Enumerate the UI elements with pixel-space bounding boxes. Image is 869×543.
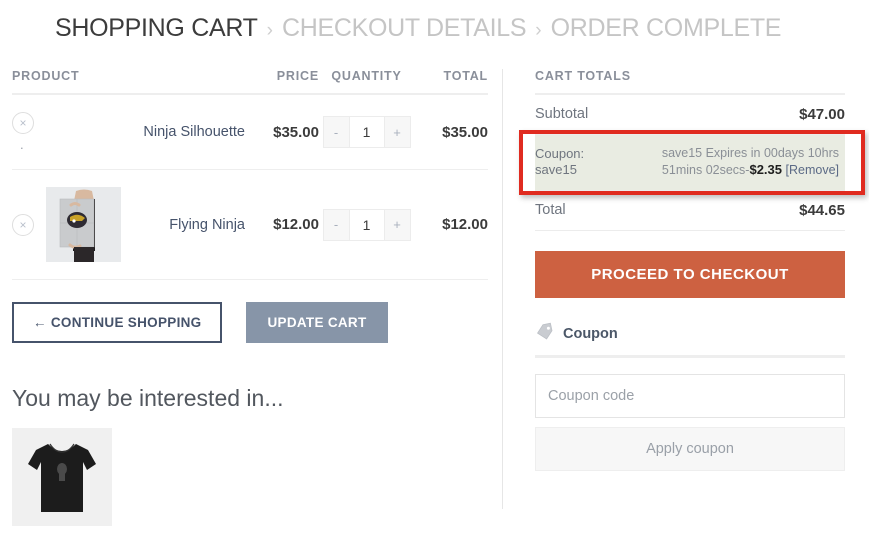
subtotal-value: $47.00: [701, 95, 845, 135]
black-tshirt-image: [12, 428, 112, 526]
cart-table: PRODUCT PRICE QUANTITY TOTAL × . Ninja S…: [12, 69, 488, 280]
cart-table-head: PRODUCT PRICE QUANTITY TOTAL: [12, 69, 488, 95]
upsell-products: [12, 428, 488, 526]
quantity-cell: - +: [319, 169, 414, 280]
table-row: × . Ninja Silhouette $35.00 - 1 + $35.00: [12, 94, 488, 170]
quantity-increment-button[interactable]: +: [384, 209, 410, 240]
product-line-total: $12.00: [414, 169, 488, 280]
quantity-stepper[interactable]: - +: [322, 208, 411, 241]
subtotal-row: Subtotal $47.00: [535, 95, 845, 135]
coupon-discount-amount: $2.35: [749, 161, 783, 177]
table-row: × Flying Ninja $12.00 - 1 + $12.00: [12, 169, 488, 280]
cart-totals-table: Subtotal $47.00: [535, 95, 845, 135]
apply-coupon-button[interactable]: Apply coupon: [535, 426, 845, 471]
close-icon: ×: [19, 116, 27, 130]
breadcrumb-separator-icon: ›: [535, 20, 542, 41]
product-name-cell: Flying Ninja: [130, 169, 245, 280]
quantity-decrement-button[interactable]: -: [323, 117, 349, 147]
column-header-total: TOTAL: [414, 69, 488, 95]
product-price: $35.00: [245, 94, 319, 170]
breadcrumb-step-shopping-cart[interactable]: SHOPPING CART: [55, 14, 258, 43]
update-cart-button[interactable]: UPDATE CART: [246, 302, 388, 343]
quantity-increment-button[interactable]: +: [384, 117, 410, 147]
upsell-product-tshirt[interactable]: [12, 428, 112, 526]
product-name-cell: Ninja Silhouette: [130, 94, 245, 170]
proceed-to-checkout-button[interactable]: PROCEED TO CHECKOUT: [535, 250, 845, 298]
column-header-product: PRODUCT: [12, 69, 245, 95]
coupon-applied-row: Coupon: save15 save15 Expires in 00days …: [519, 130, 865, 195]
coupon-section-header: Coupon: [535, 322, 845, 358]
coupon-detail-cell: save15 Expires in 00days 10hrs 51mins 02…: [600, 135, 845, 191]
coupon-label: Coupon:: [535, 146, 585, 161]
quantity-stepper[interactable]: - +: [322, 116, 411, 148]
coupon-code: save15: [535, 162, 577, 178]
breadcrumb-separator-icon: ›: [266, 20, 273, 41]
quantity-cell: - +: [319, 94, 414, 170]
quantity-input[interactable]: [348, 117, 385, 147]
coupon-section-label: Coupon: [563, 325, 618, 342]
coupon-expiry-line-1: save15 Expires in 00days 10hrs: [661, 146, 839, 160]
cart-items-column: PRODUCT PRICE QUANTITY TOTAL × . Ninja S…: [0, 69, 502, 526]
column-header-quantity: QUANTITY: [319, 69, 414, 95]
cart-header-row: PRODUCT PRICE QUANTITY TOTAL: [12, 69, 488, 95]
breadcrumb: SHOPPING CART › CHECKOUT DETAILS › ORDER…: [0, 0, 869, 43]
grand-total-table: Total $44.65: [535, 190, 845, 231]
coupon-applied-table: Coupon: save15 save15 Expires in 00days …: [535, 135, 845, 191]
row-trailing-mark: .: [20, 137, 24, 152]
column-header-price: PRICE: [245, 69, 319, 95]
cart-page-body: PRODUCT PRICE QUANTITY TOTAL × . Ninja S…: [0, 69, 869, 526]
thumbnail-cell: [46, 94, 130, 170]
tag-icon: [535, 322, 554, 346]
quantity-decrement-button[interactable]: -: [323, 209, 349, 240]
product-price: $12.00: [245, 169, 319, 280]
table-row: Coupon: save15 save15 Expires in 00days …: [535, 135, 845, 191]
coupon-expiry-line-2: 51mins 02secs-$2.35 [Remove]: [601, 162, 839, 179]
total-value: $44.65: [659, 190, 845, 231]
coupon-label-cell: Coupon: save15: [535, 135, 601, 191]
cart-totals-heading: CART TOTALS: [535, 69, 845, 95]
coupon-remove-link[interactable]: [Remove]: [786, 163, 840, 177]
coupon-code-input[interactable]: [535, 373, 845, 418]
breadcrumb-step-checkout-details[interactable]: CHECKOUT DETAILS: [282, 14, 527, 43]
product-thumbnail-flying-ninja[interactable]: [46, 187, 121, 262]
subtotal-label: Subtotal: [535, 95, 702, 135]
cart-totals-column: CART TOTALS Subtotal $47.00 Coupon: save…: [503, 69, 869, 524]
upsell-heading: You may be interested in...: [12, 385, 284, 411]
cart-actions: ← CONTINUE SHOPPING UPDATE CART: [12, 302, 488, 343]
close-icon: ×: [19, 217, 27, 232]
product-line-total: $35.00: [414, 94, 488, 170]
remove-cell: ×: [12, 169, 46, 280]
total-row: Total $44.65: [535, 190, 845, 231]
cart-table-body: × . Ninja Silhouette $35.00 - 1 + $35.00…: [12, 94, 488, 280]
remove-item-button[interactable]: ×: [12, 112, 34, 134]
thumbnail-cell: [46, 169, 130, 280]
remove-cell: × .: [12, 94, 46, 170]
product-link[interactable]: Ninja Silhouette: [143, 124, 245, 140]
flying-ninja-poster-image: [46, 187, 121, 262]
remove-item-button[interactable]: ×: [12, 213, 34, 236]
breadcrumb-step-order-complete[interactable]: ORDER COMPLETE: [551, 14, 782, 43]
total-label: Total: [535, 190, 660, 231]
quantity-input[interactable]: [348, 209, 385, 240]
coupon-expiry-remainder: 51mins 02secs-: [661, 162, 750, 177]
continue-shopping-button[interactable]: ← CONTINUE SHOPPING: [12, 302, 223, 343]
product-link[interactable]: Flying Ninja: [169, 217, 245, 233]
